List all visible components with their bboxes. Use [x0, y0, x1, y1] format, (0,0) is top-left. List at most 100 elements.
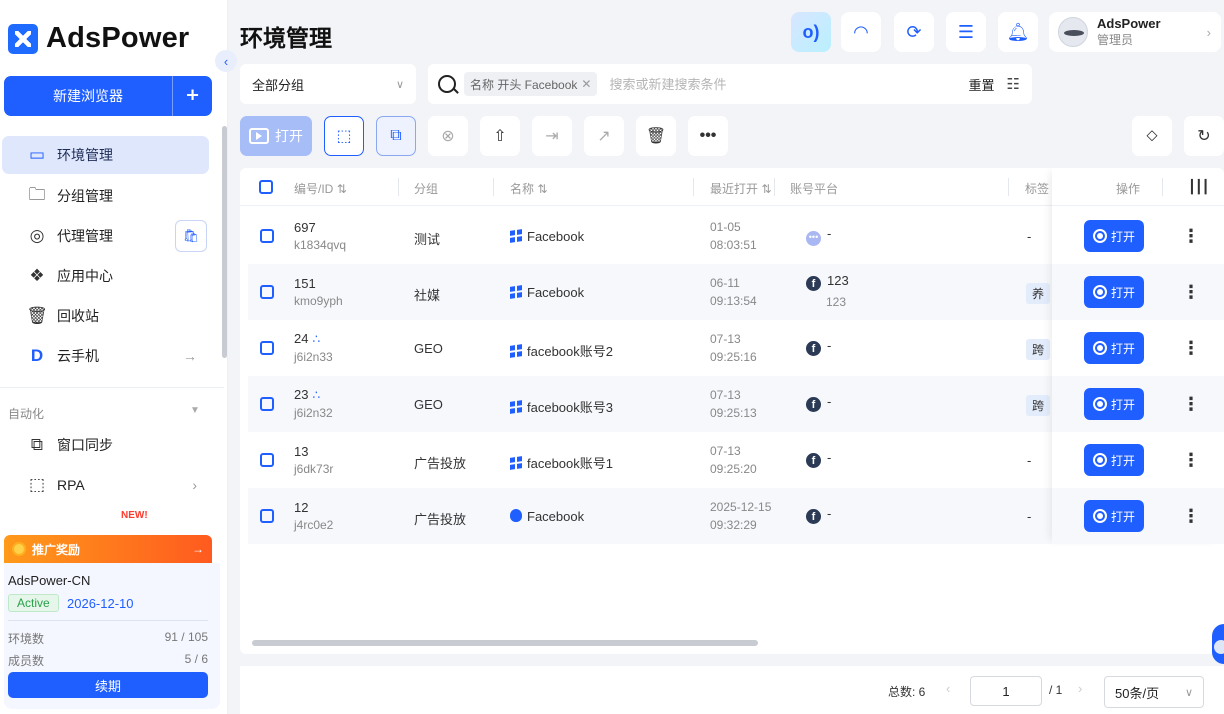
batch-open-button[interactable]: 打开: [240, 116, 312, 156]
page-number-input[interactable]: [970, 676, 1042, 706]
row-checkbox[interactable]: [260, 509, 274, 523]
sidebar-item-env-management[interactable]: ▭ 环境管理: [2, 136, 209, 174]
page-size-select[interactable]: 50条/页 ∨: [1104, 676, 1204, 708]
chevron-down-icon[interactable]: ▼: [190, 405, 200, 416]
col-separator[interactable]: [398, 178, 399, 196]
more-vertical-icon[interactable]: ⋮: [1182, 334, 1200, 362]
upload-button[interactable]: ⇧: [480, 116, 520, 156]
user-menu[interactable]: AdsPower 管理员 ›: [1049, 12, 1221, 52]
col-header-last-open[interactable]: 最近打开 ⇅: [710, 180, 771, 197]
bell-icon[interactable]: 🔔︎: [998, 12, 1038, 52]
refresh-icon: ↻: [1197, 128, 1211, 145]
new-browser-button[interactable]: 新建浏览器: [4, 86, 172, 106]
wifi-icon[interactable]: ◠: [841, 12, 881, 52]
batch-open-label: 打开: [275, 128, 303, 144]
row-checkbox[interactable]: [260, 341, 274, 355]
close-icon[interactable]: ✕: [581, 77, 591, 91]
row-checkbox[interactable]: [260, 453, 274, 467]
col-separator[interactable]: [774, 178, 775, 196]
task-list-icon[interactable]: ☰: [946, 12, 986, 52]
col-separator[interactable]: [1162, 178, 1163, 196]
profile-name[interactable]: Facebook: [510, 285, 584, 300]
profile-name[interactable]: Facebook: [510, 229, 584, 244]
col-header-name[interactable]: 名称 ⇅: [510, 180, 547, 197]
chevron-down-icon: ∨: [395, 78, 404, 91]
proxy-shop-icon[interactable]: 🛍︎: [175, 220, 207, 252]
sidebar-item-cloud-phone[interactable]: D 云手机 →: [0, 337, 209, 375]
platform-account-label: -: [827, 226, 832, 241]
tag-button[interactable]: ⬦: [1132, 116, 1172, 156]
reset-button[interactable]: 重置: [969, 75, 995, 94]
sidebar-item-proxy-management[interactable]: ◎ 代理管理 🛍︎: [0, 217, 209, 255]
profile-id: j6dk73r: [294, 462, 334, 476]
window-sync-button[interactable]: ⧉: [376, 116, 416, 156]
open-browser-button[interactable]: 打开: [1084, 444, 1144, 476]
sidebar-item-label: 云手机: [57, 348, 99, 364]
row-checkbox[interactable]: [260, 229, 274, 243]
sidebar-item-recycle-bin[interactable]: 🗑︎ 回收站: [0, 297, 209, 335]
profile-tag: -: [1027, 229, 1032, 244]
sidebar-item-group-management[interactable]: 🗀︎ 分组管理: [0, 177, 209, 215]
column-settings-icon[interactable]: ┃┃┃: [1188, 179, 1210, 195]
status-badge: Active: [8, 594, 59, 612]
last-open-time: 09:25:13: [710, 406, 757, 420]
profile-tag: 跨: [1026, 395, 1051, 416]
col-separator[interactable]: [1008, 178, 1009, 196]
select-all-checkbox[interactable]: [259, 180, 273, 194]
profile-table: 编号/ID ⇅ 分组 名称 ⇅ 最近打开 ⇅ 账号平台 标签 697 k1834…: [240, 168, 1224, 654]
profile-name[interactable]: Facebook: [510, 509, 584, 524]
share-button[interactable]: ↗: [584, 116, 624, 156]
renew-button[interactable]: 续期: [8, 672, 208, 698]
last-open-time: 09:25:20: [710, 462, 757, 476]
sidebar-item-window-sync[interactable]: ⧉ 窗口同步: [0, 426, 209, 464]
logo[interactable]: AdsPower: [8, 22, 189, 55]
move-group-button[interactable]: ⇥: [532, 116, 572, 156]
automation-section-label[interactable]: 自动化: [8, 405, 44, 422]
col-separator[interactable]: [493, 178, 494, 196]
search-input[interactable]: [609, 76, 930, 92]
row-checkbox[interactable]: [260, 285, 274, 299]
more-vertical-icon[interactable]: ⋮: [1182, 222, 1200, 250]
promo-banner[interactable]: 推广奖励 →: [4, 535, 212, 563]
more-platform-icon: •••: [806, 231, 821, 246]
prev-page-icon[interactable]: ‹: [946, 681, 950, 696]
more-vertical-icon[interactable]: ⋮: [1182, 278, 1200, 306]
open-browser-button[interactable]: 打开: [1084, 500, 1144, 532]
open-browser-button[interactable]: 打开: [1084, 332, 1144, 364]
update-icon[interactable]: ⟳: [894, 12, 934, 52]
openmode-icon[interactable]: o): [791, 12, 831, 52]
chevron-right-icon: ›: [192, 477, 197, 493]
puzzle-icon: ❖: [29, 266, 45, 285]
open-browser-button[interactable]: 打开: [1084, 388, 1144, 420]
sidebar-scrollbar[interactable]: [222, 126, 227, 358]
table-horizontal-scrollbar[interactable]: [252, 640, 758, 646]
col-header-id[interactable]: 编号/ID ⇅: [294, 180, 347, 197]
batch-add-icon[interactable]: ➕︎: [172, 76, 212, 116]
next-page-icon[interactable]: ›: [1078, 681, 1082, 696]
rpa-robot-button[interactable]: ⬚: [324, 116, 364, 156]
open-browser-button[interactable]: 打开: [1084, 220, 1144, 252]
more-vertical-icon[interactable]: ⋮: [1182, 390, 1200, 418]
collapse-sidebar-icon[interactable]: ‹: [215, 50, 237, 72]
profile-id: j6i2n33: [294, 350, 333, 364]
profile-name[interactable]: facebook账号3: [510, 397, 613, 416]
sidebar-item-rpa[interactable]: ⬚ RPA ›: [0, 466, 209, 504]
col-separator[interactable]: [693, 178, 694, 196]
profile-name[interactable]: facebook账号2: [510, 341, 613, 360]
sidebar-item-app-center[interactable]: ❖ 应用中心: [0, 257, 209, 295]
platform-account-label: -: [827, 506, 832, 521]
group-select[interactable]: 全部分组 ∨: [240, 64, 416, 104]
filter-chip[interactable]: 名称 开头 Facebook ✕: [464, 72, 598, 96]
refresh-button[interactable]: ↻: [1184, 116, 1224, 156]
open-browser-button[interactable]: 打开: [1084, 276, 1144, 308]
folder-icon: 🗀︎: [28, 184, 46, 204]
profile-name[interactable]: facebook账号1: [510, 453, 613, 472]
more-vertical-icon[interactable]: ⋮: [1182, 446, 1200, 474]
close-browser-button[interactable]: ⊗: [428, 116, 468, 156]
platform-account-label: -: [827, 394, 832, 409]
delete-button[interactable]: 🗑︎: [636, 116, 676, 156]
row-checkbox[interactable]: [260, 397, 274, 411]
filter-settings-icon[interactable]: ☷: [1007, 75, 1020, 93]
more-actions-button[interactable]: •••: [688, 116, 728, 156]
more-vertical-icon[interactable]: ⋮: [1182, 502, 1200, 530]
